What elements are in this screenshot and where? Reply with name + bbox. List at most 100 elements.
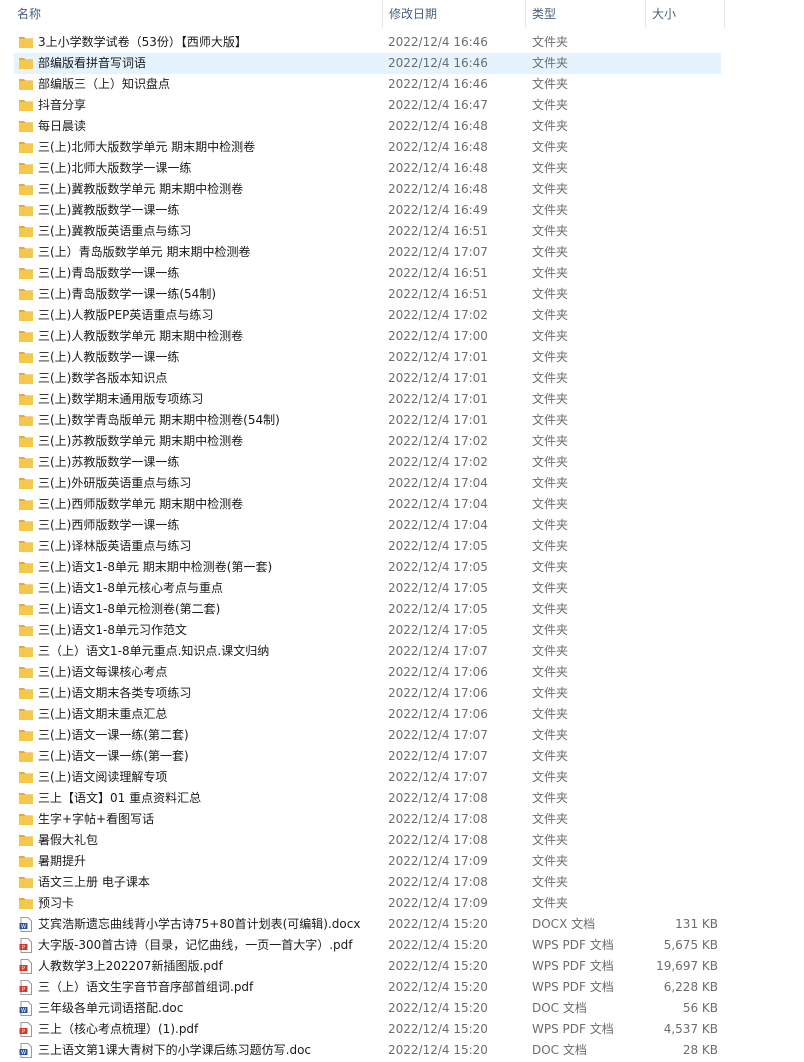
file-name: 三(上)人教版数学一课一练 — [38, 350, 180, 364]
file-row[interactable]: P 人教数学3上202207新插图版.pdf 2022/12/4 15:20 WPS … — [0, 956, 804, 977]
docx-icon: W — [19, 917, 33, 932]
file-type: 文件夹 — [532, 707, 569, 721]
file-row[interactable]: 三(上)语文期末各类专项练习 2022/12/4 17:06 文件夹 — [0, 683, 804, 704]
file-row[interactable]: 3上小学数学试卷（53份）【西师大版】 2022/12/4 16:46 文件夹 — [0, 32, 804, 53]
file-name: 三(上)西师版数学单元 期末期中检测卷 — [38, 497, 244, 511]
file-row[interactable]: 抖音分享 2022/12/4 16:47 文件夹 — [0, 95, 804, 116]
file-type: 文件夹 — [532, 140, 569, 154]
file-type: 文件夹 — [532, 161, 569, 175]
file-modified-date: 2022/12/4 15:20 — [388, 938, 488, 952]
file-name: 抖音分享 — [38, 98, 87, 112]
file-row[interactable]: 三(上)冀教版数学单元 期末期中检测卷 2022/12/4 16:48 文件夹 — [0, 179, 804, 200]
file-row[interactable]: 三(上)语文1-8单元检测卷(第二套) 2022/12/4 17:05 文件夹 — [0, 599, 804, 620]
column-divider[interactable] — [525, 0, 526, 28]
file-row[interactable]: 三(上)冀教版数学一课一练 2022/12/4 16:49 文件夹 — [0, 200, 804, 221]
file-row[interactable]: W 三年级各单元词语搭配.doc 2022/12/4 15:20 DOC 文档 56 K… — [0, 998, 804, 1019]
file-name: 三(上)北师大版数学一课一练 — [38, 161, 192, 175]
column-header-size[interactable]: 大小 — [652, 0, 676, 28]
file-row[interactable]: 暑假大礼包 2022/12/4 17:08 文件夹 — [0, 830, 804, 851]
file-row[interactable]: 三(上)语文阅读理解专项 2022/12/4 17:07 文件夹 — [0, 767, 804, 788]
file-row[interactable]: 三(上)语文1-8单元习作范文 2022/12/4 17:05 文件夹 — [0, 620, 804, 641]
file-row[interactable]: 三(上)语文期末重点汇总 2022/12/4 17:06 文件夹 — [0, 704, 804, 725]
file-modified-date: 2022/12/4 17:01 — [388, 392, 488, 406]
file-row[interactable]: 三上【语文】01 重点资料汇总 2022/12/4 17:08 文件夹 — [0, 788, 804, 809]
file-modified-date: 2022/12/4 15:20 — [388, 917, 488, 931]
file-modified-date: 2022/12/4 17:07 — [388, 749, 488, 763]
folder-icon — [19, 350, 33, 365]
file-row[interactable]: 三(上)冀教版英语重点与练习 2022/12/4 16:51 文件夹 — [0, 221, 804, 242]
column-divider[interactable] — [382, 0, 383, 28]
file-modified-date: 2022/12/4 15:20 — [388, 1043, 488, 1057]
column-header-type[interactable]: 类型 — [532, 0, 556, 28]
file-row[interactable]: 三(上)数学各版本知识点 2022/12/4 17:01 文件夹 — [0, 368, 804, 389]
file-row[interactable]: W 三上语文第1课大青树下的小学课后练习题仿写.doc 2022/12/4 15:2… — [0, 1040, 804, 1061]
folder-icon — [19, 875, 33, 890]
file-row[interactable]: 暑期提升 2022/12/4 17:09 文件夹 — [0, 851, 804, 872]
file-row[interactable]: 三(上)西师版数学单元 期末期中检测卷 2022/12/4 17:04 文件夹 — [0, 494, 804, 515]
file-row[interactable]: 三(上)语文1-8单元核心考点与重点 2022/12/4 17:05 文件夹 — [0, 578, 804, 599]
file-row[interactable]: 三（上）语文1-8单元重点.知识点.课文归纳 2022/12/4 17:07 文件夹 — [0, 641, 804, 662]
file-row[interactable]: 三(上)人教版数学单元 期末期中检测卷 2022/12/4 17:00 文件夹 — [0, 326, 804, 347]
file-row[interactable]: 三(上)人教版数学一课一练 2022/12/4 17:01 文件夹 — [0, 347, 804, 368]
file-row[interactable]: 三(上)苏教版数学一课一练 2022/12/4 17:02 文件夹 — [0, 452, 804, 473]
file-name: 三上（核心考点梳理）(1).pdf — [38, 1022, 199, 1036]
file-name: 暑期提升 — [38, 854, 87, 868]
file-modified-date: 2022/12/4 17:07 — [388, 644, 488, 658]
file-name: 三(上)青岛版数学一课一练 — [38, 266, 180, 280]
folder-icon — [19, 224, 33, 239]
file-row[interactable]: P 三（上）语文生字音节音序部首组词.pdf 2022/12/4 15:20 WPS … — [0, 977, 804, 998]
file-name: 三(上)数学青岛版单元 期末期中检测卷(54制) — [38, 413, 280, 427]
file-row[interactable]: W 艾宾浩斯遗忘曲线背小学古诗75+80首计划表(可编辑).docx 2022/12… — [0, 914, 804, 935]
file-name: 每日晨读 — [38, 119, 87, 133]
file-row[interactable]: 三(上)人教版PEP英语重点与练习 2022/12/4 17:02 文件夹 — [0, 305, 804, 326]
file-type: 文件夹 — [532, 665, 569, 679]
file-size: 6,228 KB — [663, 980, 718, 994]
file-row[interactable]: 三(上)西师版数学一课一练 2022/12/4 17:04 文件夹 — [0, 515, 804, 536]
file-row[interactable]: 三(上)译林版英语重点与练习 2022/12/4 17:05 文件夹 — [0, 536, 804, 557]
file-row[interactable]: 预习卡 2022/12/4 17:09 文件夹 — [0, 893, 804, 914]
file-row[interactable]: 语文三上册 电子课本 2022/12/4 17:08 文件夹 — [0, 872, 804, 893]
file-row[interactable]: P 三上（核心考点梳理）(1).pdf 2022/12/4 15:20 WPS PDF… — [0, 1019, 804, 1040]
file-row[interactable]: 三(上)语文每课核心考点 2022/12/4 17:06 文件夹 — [0, 662, 804, 683]
folder-icon — [19, 203, 33, 218]
file-size: 4,537 KB — [663, 1022, 718, 1036]
file-row[interactable]: 三(上)苏教版数学单元 期末期中检测卷 2022/12/4 17:02 文件夹 — [0, 431, 804, 452]
file-row[interactable]: 三(上)外研版英语重点与练习 2022/12/4 17:04 文件夹 — [0, 473, 804, 494]
svg-text:W: W — [21, 924, 26, 930]
file-row[interactable]: 部编版看拼音写词语 2022/12/4 16:46 文件夹 — [0, 53, 804, 74]
file-type: 文件夹 — [532, 791, 569, 805]
file-type: 文件夹 — [532, 833, 569, 847]
file-row[interactable]: 三(上)青岛版数学一课一练 2022/12/4 16:51 文件夹 — [0, 263, 804, 284]
file-name: 三(上)苏教版数学单元 期末期中检测卷 — [38, 434, 244, 448]
file-row[interactable]: 每日晨读 2022/12/4 16:48 文件夹 — [0, 116, 804, 137]
file-row[interactable]: 三(上)青岛版数学一课一练(54制) 2022/12/4 16:51 文件夹 — [0, 284, 804, 305]
folder-icon — [19, 287, 33, 302]
folder-icon — [19, 560, 33, 575]
column-divider[interactable] — [645, 0, 646, 28]
sort-ascending-icon: ⌃ — [192, 0, 200, 7]
column-header-name[interactable]: 名称 — [17, 0, 41, 28]
file-row[interactable]: 三(上)数学期末通用版专项练习 2022/12/4 17:01 文件夹 — [0, 389, 804, 410]
file-row[interactable]: 部编版三（上）知识盘点 2022/12/4 16:46 文件夹 — [0, 74, 804, 95]
file-name: 三(上)人教版数学单元 期末期中检测卷 — [38, 329, 244, 343]
file-row[interactable]: 三(上)北师大版数学一课一练 2022/12/4 16:48 文件夹 — [0, 158, 804, 179]
file-modified-date: 2022/12/4 17:07 — [388, 770, 488, 784]
folder-icon — [19, 812, 33, 827]
file-modified-date: 2022/12/4 17:04 — [388, 518, 488, 532]
file-row[interactable]: 三(上)语文一课一练(第一套) 2022/12/4 17:07 文件夹 — [0, 746, 804, 767]
file-row[interactable]: 三(上)语文一课一练(第二套) 2022/12/4 17:07 文件夹 — [0, 725, 804, 746]
file-row[interactable]: 三(上)语文1-8单元 期末期中检测卷(第一套) 2022/12/4 17:05 文… — [0, 557, 804, 578]
column-header-modified[interactable]: 修改日期 — [389, 0, 437, 28]
file-modified-date: 2022/12/4 17:02 — [388, 455, 488, 469]
file-row[interactable]: 三(上)北师大版数学单元 期末期中检测卷 2022/12/4 16:48 文件夹 — [0, 137, 804, 158]
file-modified-date: 2022/12/4 17:05 — [388, 539, 488, 553]
column-divider[interactable] — [724, 0, 725, 28]
file-type: 文件夹 — [532, 392, 569, 406]
file-modified-date: 2022/12/4 16:48 — [388, 161, 488, 175]
file-name: 三（上）语文1-8单元重点.知识点.课文归纳 — [38, 644, 270, 658]
file-row[interactable]: P 大字版-300首古诗（目录，记忆曲线，一页一首大字）.pdf 2022/12/4… — [0, 935, 804, 956]
file-row[interactable]: 三(上）青岛版数学单元 期末期中检测卷 2022/12/4 17:07 文件夹 — [0, 242, 804, 263]
file-row[interactable]: 生字+字帖+看图写话 2022/12/4 17:08 文件夹 — [0, 809, 804, 830]
file-row[interactable]: 三(上)数学青岛版单元 期末期中检测卷(54制) 2022/12/4 17:01 文… — [0, 410, 804, 431]
file-type: 文件夹 — [532, 728, 569, 742]
